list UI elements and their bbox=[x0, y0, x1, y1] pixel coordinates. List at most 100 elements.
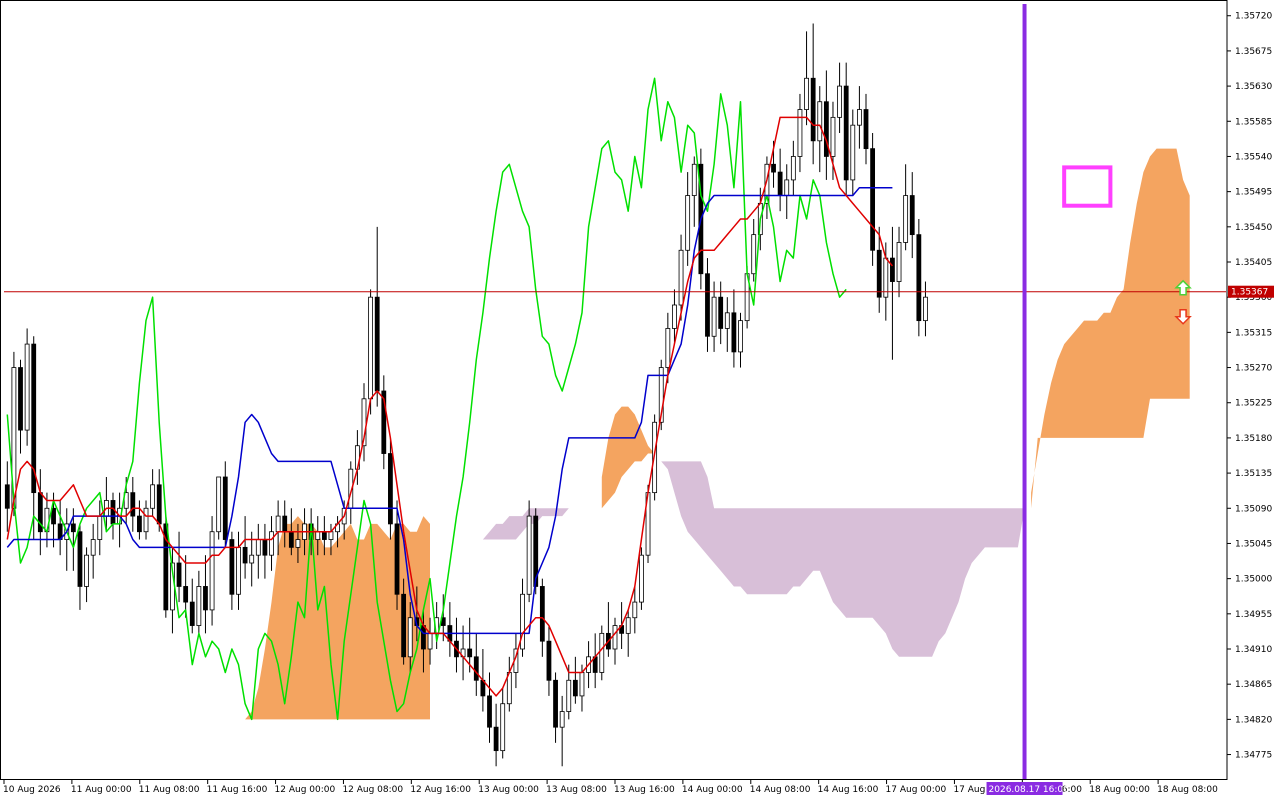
candle-body bbox=[678, 249, 684, 306]
candle-body bbox=[255, 539, 261, 556]
candle-body bbox=[790, 156, 796, 181]
candle-body bbox=[4, 484, 10, 509]
candle-body bbox=[388, 453, 393, 525]
y-tick-label: 1.34820 bbox=[1235, 715, 1272, 725]
candle-body bbox=[421, 625, 426, 650]
candle-body bbox=[639, 554, 644, 603]
cursor-time-label: 2026.08.17 16:00 bbox=[989, 785, 1070, 795]
candle-body bbox=[777, 171, 783, 196]
candle-body bbox=[110, 500, 116, 525]
y-tick-label: 1.35090 bbox=[1235, 504, 1272, 514]
y-tick-label: 1.35000 bbox=[1235, 575, 1272, 585]
candle-body bbox=[222, 476, 228, 540]
candle-body bbox=[738, 320, 743, 353]
candle-body bbox=[705, 273, 710, 337]
x-tick-label: 13 Aug 08:00 bbox=[546, 785, 607, 795]
y-tick-label: 1.35180 bbox=[1235, 434, 1272, 444]
candle-body bbox=[249, 554, 255, 564]
candle-body bbox=[665, 328, 671, 368]
candle-body bbox=[923, 296, 928, 322]
candle-body bbox=[196, 586, 202, 626]
candle-body bbox=[876, 249, 882, 298]
candle-body bbox=[427, 632, 433, 650]
x-tick-label: 14 Aug 00:00 bbox=[682, 785, 743, 795]
y-tick-label: 1.35135 bbox=[1235, 469, 1272, 479]
candle-body bbox=[282, 515, 288, 533]
candle-body bbox=[394, 523, 400, 595]
candle-body bbox=[183, 586, 189, 603]
candle-body bbox=[890, 257, 895, 282]
candle-body bbox=[546, 640, 552, 681]
candle-body bbox=[236, 546, 241, 595]
candle-body bbox=[328, 531, 334, 540]
x-tick-label: 12 Aug 16:00 bbox=[410, 785, 471, 795]
candle-body bbox=[916, 234, 922, 322]
candle-body bbox=[24, 343, 30, 431]
candle-body bbox=[731, 312, 737, 353]
y-tick-label: 1.35270 bbox=[1235, 364, 1272, 374]
y-tick-label: 1.34910 bbox=[1235, 645, 1272, 655]
candle-body bbox=[288, 531, 294, 548]
candle-body bbox=[374, 296, 380, 392]
candle-body bbox=[724, 312, 730, 329]
candle-body bbox=[500, 703, 506, 752]
candle-body bbox=[843, 85, 849, 181]
candle-body bbox=[579, 672, 585, 697]
x-tick-label: 14 Aug 16:00 bbox=[818, 785, 879, 795]
candle-body bbox=[493, 726, 499, 752]
candle-body bbox=[863, 109, 869, 150]
y-tick-label: 1.35405 bbox=[1235, 258, 1272, 268]
candle-body bbox=[599, 632, 605, 673]
candle-body bbox=[262, 539, 268, 556]
candle-body bbox=[526, 515, 532, 595]
candle-body bbox=[817, 101, 823, 142]
ichimoku-cloud bbox=[0, 0, 1280, 800]
candle-body bbox=[870, 148, 876, 251]
y-tick-label: 1.35675 bbox=[1235, 47, 1272, 57]
x-tick-label: 18 Aug 08:00 bbox=[1157, 785, 1218, 795]
y-tick-label: 1.34865 bbox=[1235, 680, 1272, 690]
candle-body bbox=[18, 367, 23, 431]
candle-body bbox=[77, 531, 83, 587]
y-tick-label: 1.35315 bbox=[1235, 328, 1272, 338]
candle-body bbox=[625, 617, 631, 634]
x-tick-label: 12 Aug 08:00 bbox=[342, 785, 403, 795]
candle-body bbox=[269, 531, 274, 556]
candle-body bbox=[130, 492, 136, 517]
candle-body bbox=[685, 195, 691, 251]
y-tick-label: 1.35720 bbox=[1235, 12, 1272, 22]
candle-body bbox=[632, 601, 638, 619]
candle-body bbox=[566, 679, 572, 712]
candle-body bbox=[407, 617, 413, 658]
candle-body bbox=[176, 562, 182, 587]
candle-body bbox=[70, 523, 76, 533]
candle-body bbox=[612, 625, 618, 650]
candle-body bbox=[51, 507, 56, 525]
candle-body bbox=[315, 531, 321, 540]
y-tick-label: 1.35585 bbox=[1235, 117, 1272, 127]
x-tick-label: 10 Aug 2026 bbox=[3, 785, 61, 795]
candle-body bbox=[150, 484, 156, 509]
candle-body bbox=[784, 179, 790, 196]
x-tick-label: 13 Aug 00:00 bbox=[478, 785, 539, 795]
price-chart[interactable]: 1.35720 1.35675 1.35630 1.35585 1.35540 1.354… bbox=[0, 0, 1280, 800]
candle-body bbox=[837, 85, 842, 118]
y-tick-label: 1.35045 bbox=[1235, 539, 1272, 549]
candle-body bbox=[797, 109, 803, 157]
candle-body bbox=[473, 656, 479, 681]
x-tick-label: 17 Aug 00:00 bbox=[886, 785, 947, 795]
candle-body bbox=[242, 546, 248, 564]
candle-body bbox=[909, 195, 915, 236]
candle-body bbox=[90, 539, 96, 556]
candle-body bbox=[189, 601, 195, 626]
x-tick-label: 13 Aug 16:00 bbox=[614, 785, 675, 795]
candle-body bbox=[401, 593, 407, 658]
candle-body bbox=[97, 515, 103, 540]
candle-body bbox=[209, 531, 215, 611]
candle-body bbox=[321, 531, 327, 540]
candle-body bbox=[857, 109, 862, 126]
candle-body bbox=[368, 296, 374, 400]
candle-body bbox=[751, 234, 757, 275]
current-price-label: 1.35367 bbox=[1231, 288, 1268, 298]
y-tick-label: 1.35225 bbox=[1235, 399, 1272, 409]
